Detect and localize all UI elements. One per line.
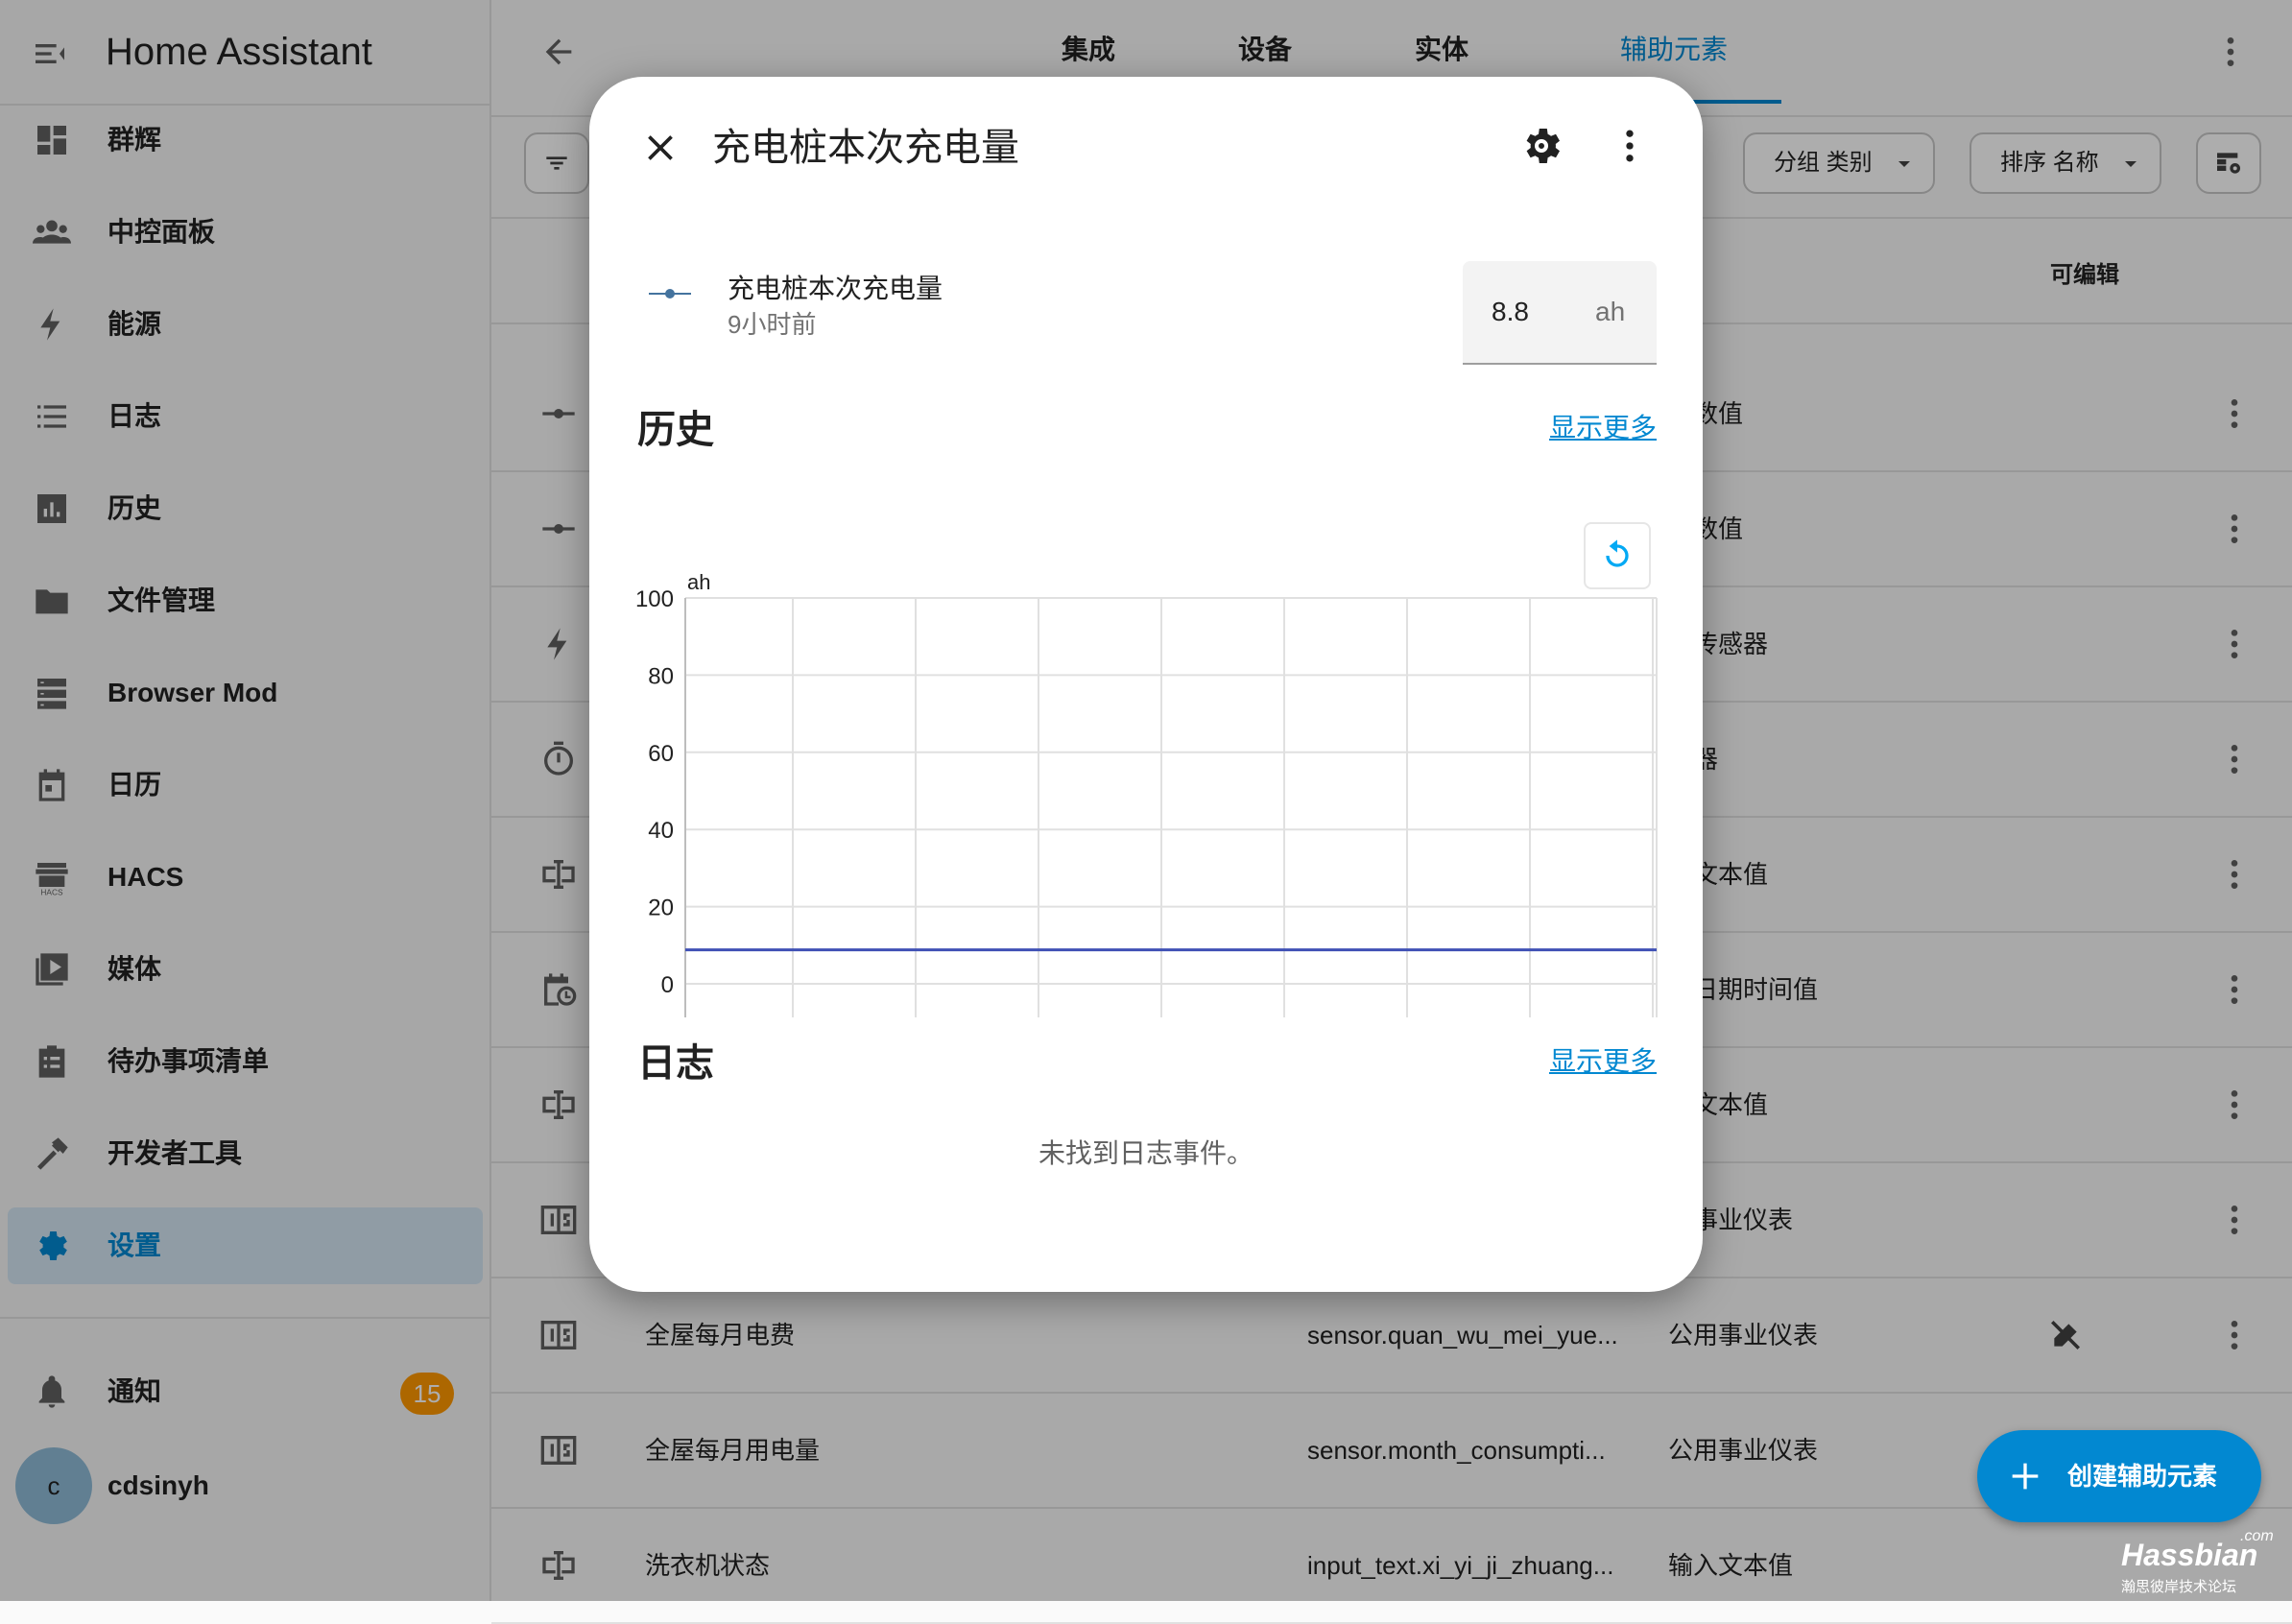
entity-last-changed: 9小时前 [728,310,817,339]
y-tick-label: 80 [648,663,674,689]
value-input-value: 8.8 [1492,297,1529,326]
y-tick-label: 60 [648,741,674,767]
logbook-empty-message: 未找到日志事件。 [1038,1138,1253,1168]
value-input[interactable]: 8.8 ah [1463,261,1657,365]
dialog-title: 充电桩本次充电量 [712,127,1019,169]
chart-reset-zoom-button[interactable] [1584,522,1651,589]
gear-icon[interactable] [1518,123,1564,169]
create-helper-button[interactable]: 创建辅助元素 [1977,1430,2261,1522]
slider-icon [649,289,691,299]
y-tick-label: 40 [648,818,674,844]
plus-icon [2012,1463,2039,1490]
logbook-show-more-link[interactable]: 显示更多 [1549,1042,1657,1081]
close-icon[interactable] [639,127,681,169]
history-title: 历史 [637,409,714,451]
watermark-logo: Hassbian .com 瀚思彼岸技术论坛 [2121,1528,2275,1595]
more-info-dialog: 充电桩本次充电量 充电桩本次充电量 9小时前 8.8 ah 历史 显示更多 0 2… [589,77,1703,1292]
logbook-title: 日志 [637,1042,714,1085]
history-show-more-link[interactable]: 显示更多 [1549,409,1657,447]
y-axis-unit-label: ah [687,570,710,594]
restore-icon [1606,539,1629,567]
y-tick-label: 100 [635,586,674,612]
create-helper-label: 创建辅助元素 [2067,1462,2218,1491]
entity-name: 充电桩本次充电量 [728,274,943,303]
y-tick-label: 0 [661,972,674,998]
watermark-subtitle: 瀚思彼岸技术论坛 [2121,1579,2237,1595]
watermark-text: Hassbian [2121,1538,2258,1572]
value-input-unit: ah [1595,297,1626,326]
y-tick-label: 20 [648,896,674,921]
history-chart: 020406080100ah1:002:003:004:005:006:007:… [635,570,1658,1017]
more-vertical-icon[interactable] [1609,123,1651,169]
watermark-suffix: .com [2240,1528,2274,1544]
